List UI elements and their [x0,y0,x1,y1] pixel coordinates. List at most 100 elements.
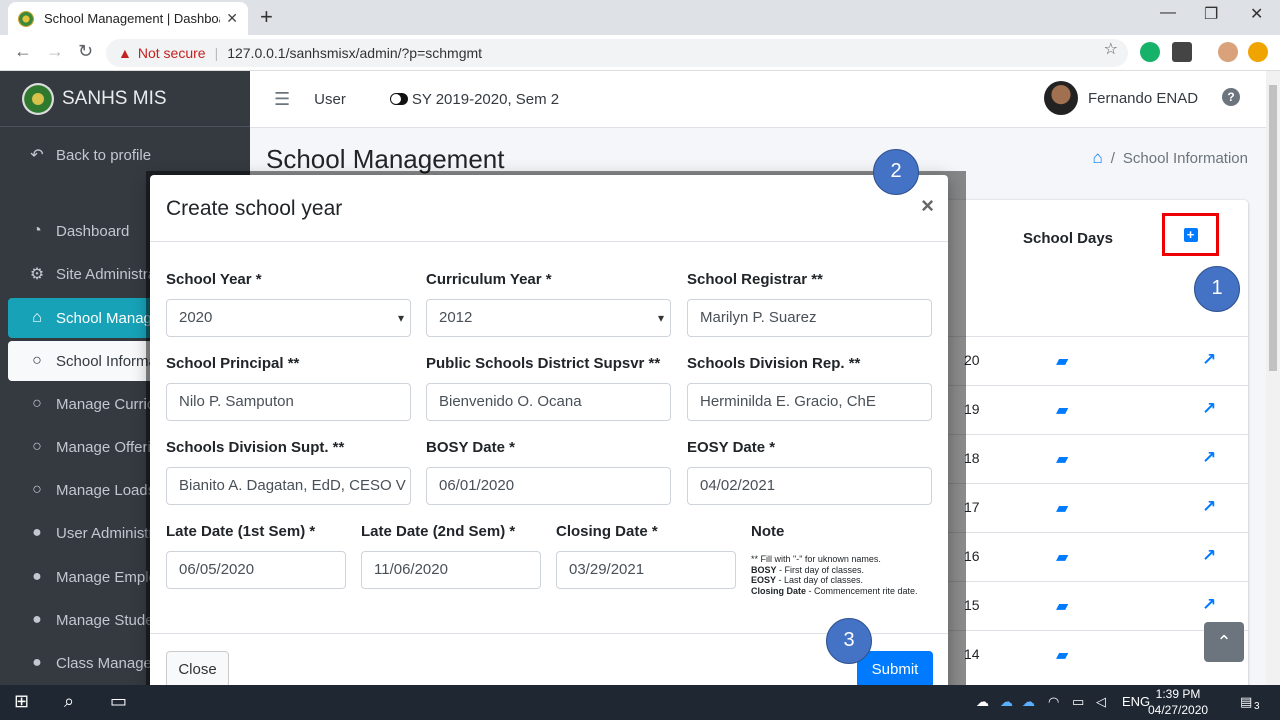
browser-address-bar: ← → ↻ ▲ Not secure | 127.0.0.1/sanhsmisx… [0,35,1280,71]
circle-icon: ○ [32,352,42,369]
brand-name: SANHS MIS [62,87,167,109]
external-link-icon[interactable]: ↗ [1202,448,1216,468]
user-icon: ● [32,568,42,585]
minimize-button[interactable]: — [1160,4,1176,22]
toggle-icon [389,93,408,105]
district-supervisor-field[interactable]: Bienvenido O. Ocana [426,383,671,421]
help-icon[interactable]: ? [1222,88,1240,106]
brand[interactable]: SANHS MIS [0,71,250,127]
school-days-header: School Days [1023,230,1114,247]
school-year-switch[interactable]: SY 2019-2020, Sem 2 [389,90,560,108]
school-icon: ⌂ [32,309,42,326]
close-icon[interactable]: × [921,193,934,219]
registrar-label: School Registrar ** [687,271,823,288]
system-clock[interactable]: 1:39 PM 04/27/2020 [1148,686,1208,718]
home-icon[interactable]: ⌂ [1092,148,1102,168]
breadcrumb-current: School Information [1122,149,1248,167]
wifi-icon[interactable]: ◠ [1048,694,1059,710]
external-link-icon[interactable]: ↗ [1202,350,1216,370]
breadcrumb: ⌂ / School Information [1092,148,1248,168]
warning-icon: ▲ [118,45,132,61]
curriculum-year-select[interactable]: 2012 [426,299,671,337]
folder-open-icon[interactable]: ▰ [1056,596,1068,616]
bosy-date-field[interactable]: 06/01/2020 [426,467,671,505]
network-icon[interactable]: ▭ [1072,694,1084,710]
circle-icon: ○ [32,438,42,455]
task-view-icon[interactable]: ▭ [110,691,127,712]
window-close-button[interactable]: ✕ [1250,4,1263,24]
principal-field[interactable]: Nilo P. Samputon [166,383,411,421]
external-link-icon[interactable]: ↗ [1202,595,1216,615]
windows-start-icon[interactable]: ⊞ [14,691,29,712]
registrar-field[interactable]: Marilyn P. Suarez [687,299,932,337]
modal-title: Create school year [166,197,343,220]
folder-open-icon[interactable]: ▰ [1056,449,1068,469]
scroll-to-top-button[interactable]: ⌃ [1204,622,1244,662]
url-text: 127.0.0.1/sanhsmisx/admin/?p=schmgmt [227,45,483,61]
page-scrollbar[interactable] [1266,71,1280,685]
division-supt-field[interactable]: Bianito A. Dagatan, EdD, CESO V [166,467,411,505]
search-icon[interactable]: ⌕ [64,691,74,712]
scrollbar-thumb[interactable] [1269,85,1277,371]
back-to-profile-link[interactable]: ↶ Back to profile [8,135,242,175]
late-date-1st-field[interactable]: 06/05/2020 [166,551,346,589]
submit-button[interactable]: Submit [857,651,933,688]
district-supervisor-label: Public Schools District Supsvr ** [426,355,661,372]
user-menu-link[interactable]: User [314,91,346,108]
division-supt-label: Schools Division Supt. ** [166,439,345,456]
add-school-year-button[interactable]: + [1162,213,1219,256]
profile-extension-icon[interactable] [1218,42,1238,62]
back-arrow-icon[interactable]: ← [14,41,32,62]
folder-open-icon[interactable]: ▰ [1056,645,1068,665]
late-date-1st-label: Late Date (1st Sem) * [166,523,316,540]
notification-count-badge: 3 [1254,701,1260,712]
browser-tab[interactable]: School Management | Dashboard ✕ [8,2,248,35]
note-label: Note [751,523,785,540]
forward-arrow-icon[interactable]: → [46,41,64,62]
restore-button[interactable]: ❐ [1204,4,1218,24]
external-link-icon[interactable]: ↗ [1202,399,1216,419]
volume-icon[interactable]: ◁ [1096,694,1106,710]
division-rep-field[interactable]: Herminilda E. Gracio, ChE [687,383,932,421]
cogs-icon: ⚙ [29,266,45,283]
closing-date-field[interactable]: 03/29/2021 [556,551,736,589]
reply-arrow-icon: ↶ [30,147,44,164]
onedrive-icon[interactable]: ☁ [1022,694,1035,710]
user-name[interactable]: Fernando ENAD [1088,90,1198,107]
extension-icon[interactable] [1172,42,1192,62]
eosy-date-field[interactable]: 04/02/2021 [687,467,932,505]
url-input[interactable]: ▲ Not secure | 127.0.0.1/sanhsmisx/admin… [106,39,1128,67]
eosy-date-label: EOSY Date * [687,439,776,456]
step-marker-1: 1 [1194,266,1240,312]
hamburger-menu-icon[interactable]: ☰ [274,89,290,110]
tab-close-icon[interactable]: ✕ [226,10,238,27]
cloud-upload-icon[interactable]: ☁ [976,694,989,710]
principal-label: School Principal ** [166,355,300,372]
folder-open-icon[interactable]: ▰ [1056,498,1068,518]
language-indicator[interactable]: ENG [1122,694,1150,709]
avatar[interactable] [1044,81,1078,115]
school-logo-icon [22,82,54,115]
external-link-icon[interactable]: ↗ [1202,497,1216,517]
school-year-select[interactable]: 2020 [166,299,411,337]
folder-open-icon[interactable]: ▰ [1056,547,1068,567]
external-link-icon[interactable]: ↗ [1202,546,1216,566]
create-school-year-modal: Create school year × School Year * 2020 … [150,175,948,703]
onedrive-icon[interactable]: ☁ [1000,694,1013,710]
new-tab-button[interactable]: + [260,4,273,30]
tachometer-icon: ◔ [32,222,42,239]
step-marker-3: 3 [826,618,872,664]
late-date-2nd-field[interactable]: 11/06/2020 [361,551,541,589]
bosy-date-label: BOSY Date * [426,439,515,456]
graduate-icon: ● [32,611,42,628]
school-year-label: SY 2019-2020, Sem 2 [411,90,560,108]
close-button[interactable]: Close [166,651,229,688]
folder-open-icon[interactable]: ▰ [1056,400,1068,420]
grammarly-extension-icon[interactable] [1140,42,1160,62]
reload-icon[interactable]: ↻ [78,41,93,62]
bookmark-star-icon[interactable]: ☆ [1104,39,1118,59]
notification-icon[interactable]: ▤ [1240,694,1252,710]
folder-open-icon[interactable]: ▰ [1056,351,1068,371]
extension-orange-icon[interactable] [1248,42,1268,62]
note-text: ** Fill with "-" for uknown names. BOSY … [751,554,918,596]
